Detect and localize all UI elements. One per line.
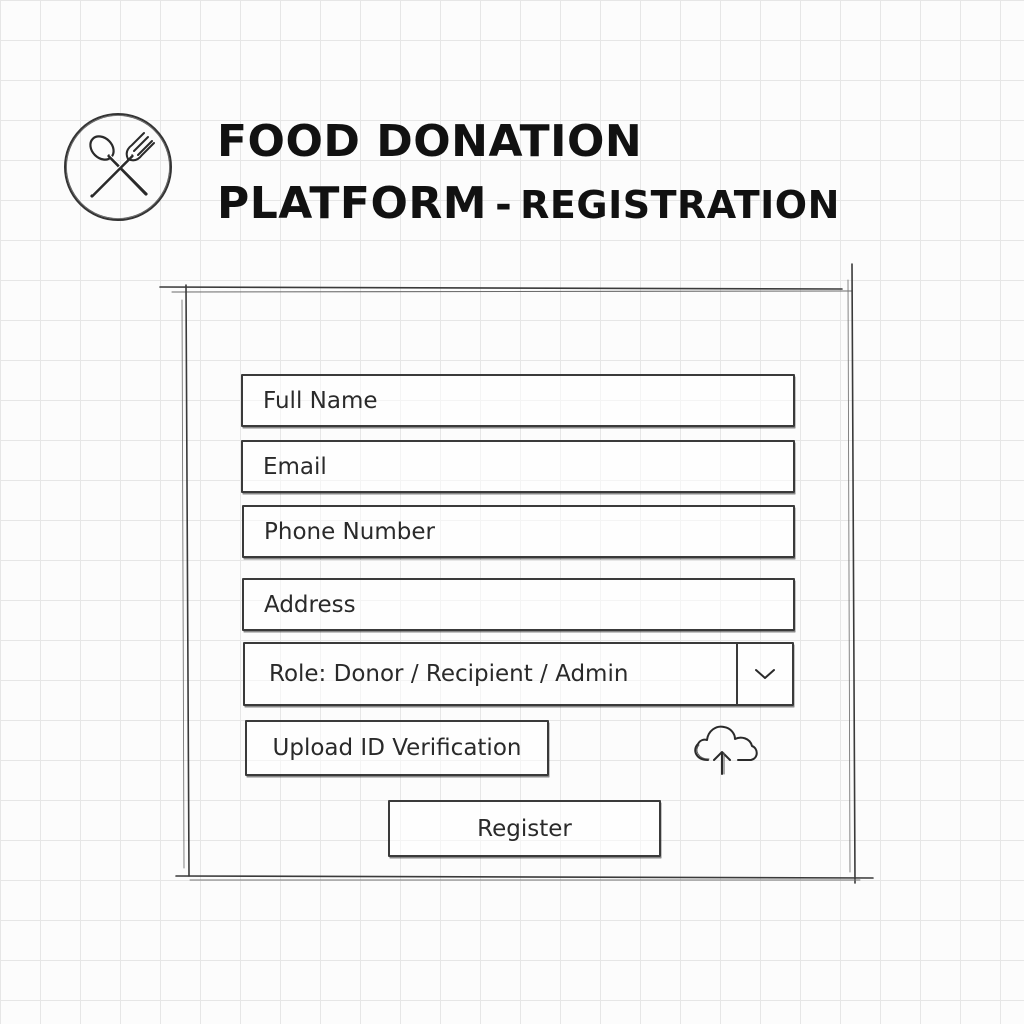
title-separator: - bbox=[495, 182, 513, 228]
phone-number-field[interactable]: Phone Number bbox=[242, 505, 795, 558]
role-dropdown-button[interactable] bbox=[736, 644, 792, 704]
role-select-value: Role: Donor / Recipient / Admin bbox=[269, 661, 629, 687]
upload-id-verification-label: Upload ID Verification bbox=[272, 735, 522, 761]
chevron-down-icon bbox=[755, 669, 775, 679]
title-subtitle: REGISTRATION bbox=[520, 183, 840, 227]
title-line-1: FOOD DONATION bbox=[217, 116, 643, 167]
register-button-label: Register bbox=[477, 815, 572, 842]
email-placeholder: Email bbox=[263, 453, 327, 480]
email-field[interactable]: Email bbox=[241, 440, 795, 493]
page-title: FOOD DONATION PLATFORM - REGISTRATION bbox=[217, 112, 937, 236]
cloud-upload-icon[interactable] bbox=[688, 718, 762, 778]
title-line-2: PLATFORM - REGISTRATION bbox=[217, 172, 937, 236]
full-name-placeholder: Full Name bbox=[263, 387, 378, 414]
title-platform: PLATFORM bbox=[217, 178, 488, 229]
register-button[interactable]: Register bbox=[388, 800, 661, 857]
address-placeholder: Address bbox=[264, 591, 356, 618]
full-name-field[interactable]: Full Name bbox=[241, 374, 795, 427]
address-field[interactable]: Address bbox=[242, 578, 795, 631]
phone-number-placeholder: Phone Number bbox=[264, 518, 435, 545]
spoon-fork-icon bbox=[64, 113, 172, 221]
role-select[interactable]: Role: Donor / Recipient / Admin bbox=[243, 642, 794, 706]
upload-id-verification-button[interactable]: Upload ID Verification bbox=[245, 720, 549, 776]
